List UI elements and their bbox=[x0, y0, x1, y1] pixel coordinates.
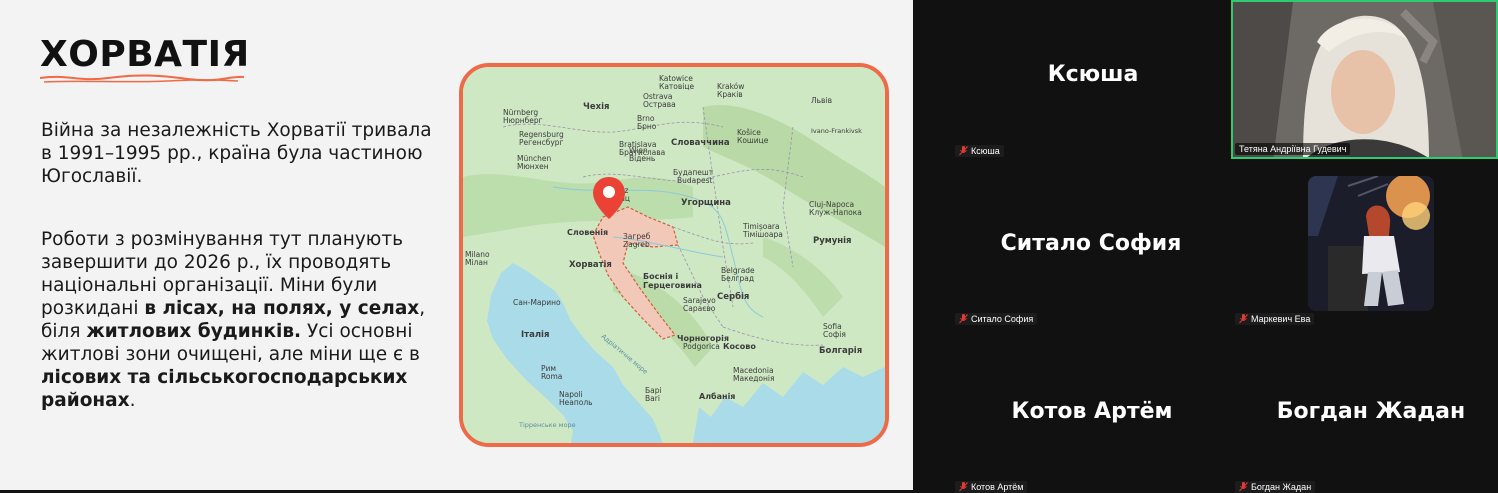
participant-tag: Ксюша bbox=[955, 145, 1004, 157]
svg-text:Чехія: Чехія bbox=[583, 101, 610, 112]
svg-text:Bari: Bari bbox=[645, 394, 660, 403]
mic-muted-icon bbox=[959, 146, 968, 156]
svg-text:Podgorica: Podgorica bbox=[683, 342, 720, 351]
participant-avatar bbox=[1308, 176, 1434, 311]
svg-text:Неаполь: Неаполь bbox=[559, 398, 593, 407]
webcam-feed bbox=[1233, 2, 1496, 157]
svg-text:Клуж-Напока: Клуж-Напока bbox=[809, 208, 862, 217]
svg-text:Краків: Краків bbox=[717, 90, 743, 99]
svg-text:Сербія: Сербія bbox=[717, 291, 749, 302]
svg-text:Болгарія: Болгарія bbox=[819, 345, 862, 356]
video-tile-active-speaker[interactable]: Тетяна Андріївна Гудевич bbox=[1231, 0, 1498, 159]
svg-text:Zagreb: Zagreb bbox=[623, 240, 650, 249]
title-underline bbox=[39, 74, 245, 83]
participant-tag: Маркевич Ева bbox=[1235, 313, 1315, 325]
svg-text:Сан-Марино: Сан-Марино bbox=[513, 298, 561, 307]
svg-text:Катовіце: Катовіце bbox=[659, 82, 694, 91]
mic-muted-icon bbox=[959, 314, 968, 324]
paragraph-demining: Роботи з розмінування тут планують завер… bbox=[41, 229, 426, 411]
mic-muted-icon bbox=[959, 482, 968, 492]
participant-name: Котов Артём bbox=[1011, 399, 1173, 424]
participant-tag: Котов Артём bbox=[955, 481, 1028, 493]
svg-text:Мюнхен: Мюнхен bbox=[517, 162, 549, 171]
participant-tag: Богдан Жадан bbox=[1235, 481, 1316, 493]
svg-text:Нюрнберг: Нюрнберг bbox=[503, 116, 543, 125]
participant-tag: Ситало София bbox=[955, 313, 1038, 325]
svg-text:Македонія: Македонія bbox=[733, 374, 774, 383]
svg-text:Угорщина: Угорщина bbox=[681, 198, 731, 208]
svg-text:Тімішоара: Тімішоара bbox=[742, 230, 783, 239]
svg-text:Roma: Roma bbox=[541, 372, 562, 381]
svg-text:Мілан: Мілан bbox=[465, 258, 488, 267]
participant-name: Ситало София bbox=[1000, 231, 1182, 256]
svg-text:Тірренське море: Тірренське море bbox=[518, 421, 576, 429]
svg-text:Budapest: Budapest bbox=[677, 176, 713, 185]
svg-text:Албанія: Албанія bbox=[699, 391, 735, 401]
svg-text:Румунія: Румунія bbox=[813, 235, 852, 246]
participant-name: Богдан Жадан bbox=[1276, 399, 1466, 424]
svg-text:Брно: Брно bbox=[637, 122, 657, 131]
svg-text:Львів: Львів bbox=[811, 96, 832, 105]
svg-text:Словенія: Словенія bbox=[567, 227, 608, 237]
mic-muted-icon bbox=[1239, 314, 1248, 324]
participant-tag: Тетяна Андріївна Гудевич bbox=[1235, 143, 1351, 155]
svg-text:Італія: Італія bbox=[521, 329, 549, 340]
shared-slide: ХОРВАТІЯ Війна за незалежність Хорватії … bbox=[0, 0, 913, 490]
svg-text:Сараєво: Сараєво bbox=[683, 304, 716, 313]
svg-text:Белград: Белград bbox=[721, 274, 754, 283]
svg-text:Регенсбург: Регенсбург bbox=[519, 138, 564, 147]
svg-text:Боснія і: Боснія і bbox=[643, 271, 679, 281]
participant-name: Ксюша bbox=[1047, 62, 1139, 87]
svg-text:Софія: Софія bbox=[823, 330, 846, 339]
svg-text:Герцеговина: Герцеговина bbox=[643, 281, 702, 290]
mic-muted-icon bbox=[1239, 482, 1248, 492]
map-image: Чехія Katowice Катовіце Ostrava Острава Kr… bbox=[459, 63, 889, 447]
svg-text:Ivano-Frankivsk: Ivano-Frankivsk bbox=[811, 127, 862, 135]
svg-text:Відень: Відень bbox=[629, 154, 655, 163]
paragraph-war: Війна за незалежність Хорватії тривала в… bbox=[41, 120, 432, 187]
svg-text:Косово: Косово bbox=[723, 342, 756, 351]
svg-text:Острава: Острава bbox=[643, 100, 676, 109]
svg-text:Хорватія: Хорватія bbox=[569, 259, 612, 270]
svg-text:Словаччина: Словаччина bbox=[671, 138, 730, 148]
svg-text:Кошице: Кошице bbox=[737, 136, 769, 145]
